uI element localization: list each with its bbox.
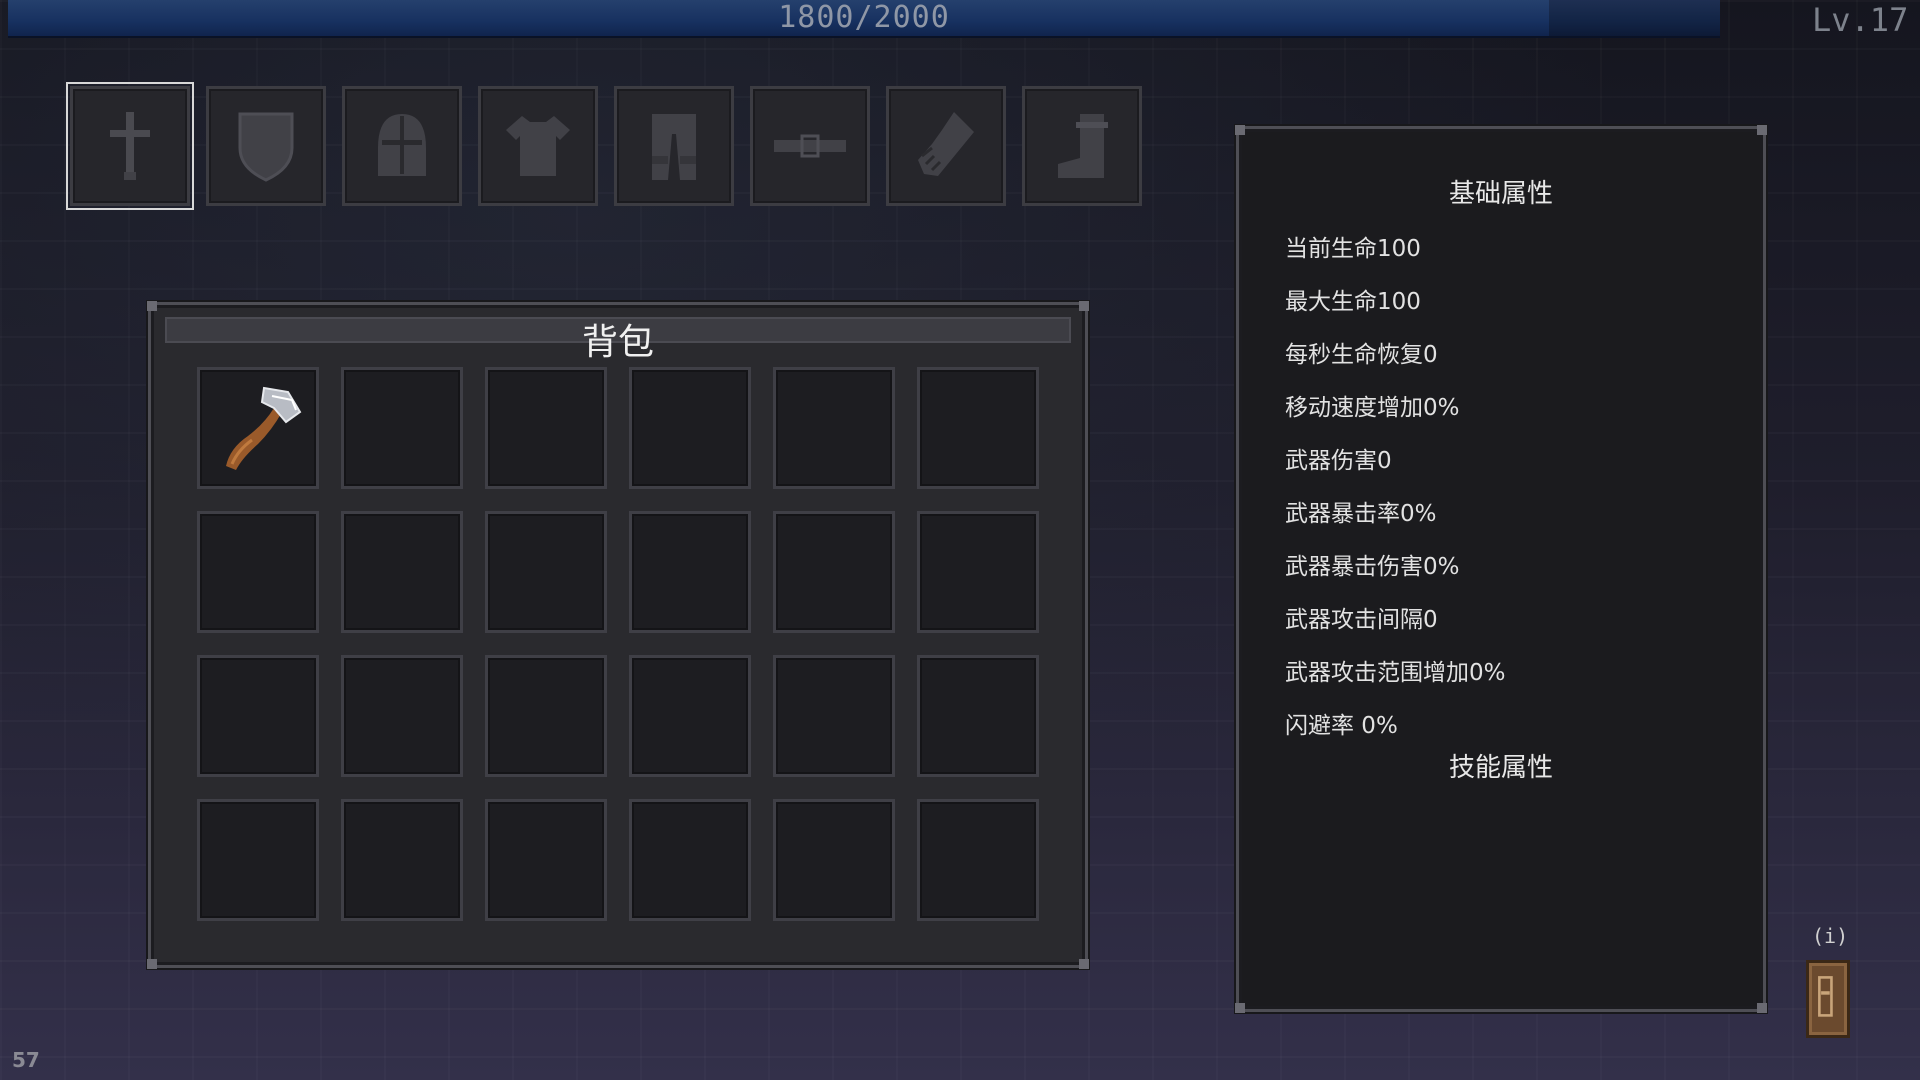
backpack-slot[interactable] xyxy=(917,367,1039,489)
stat-line: 每秒生命恢复0 xyxy=(1285,342,1438,368)
backpack-slot[interactable] xyxy=(773,367,895,489)
equip-slot-helmet[interactable] xyxy=(342,86,462,206)
stats-panel: 基础属性 当前生命100 最大生命100 每秒生命恢复0 移动速度增加0% 武器伤害0 武… xyxy=(1235,125,1767,1013)
backpack-slot[interactable] xyxy=(485,799,607,921)
backpack-slot[interactable] xyxy=(773,655,895,777)
backpack-grid xyxy=(197,367,1039,921)
backpack-title: 背包 xyxy=(581,322,654,363)
stat-line: 武器攻击范围增加0% xyxy=(1285,660,1506,686)
backpack-slot[interactable] xyxy=(197,511,319,633)
panel-corner xyxy=(1079,301,1089,311)
backpack-slot[interactable] xyxy=(341,799,463,921)
info-book-button[interactable] xyxy=(1806,960,1850,1038)
fps-counter: 57 xyxy=(12,1048,40,1072)
panel-corner xyxy=(1757,1003,1767,1013)
backpack-slot[interactable] xyxy=(629,367,751,489)
helmet-icon xyxy=(378,114,426,176)
backpack-slot[interactable] xyxy=(917,799,1039,921)
stat-line: 武器伤害0 xyxy=(1285,448,1392,474)
backpack-slot[interactable] xyxy=(485,367,607,489)
boot-icon xyxy=(1058,114,1108,178)
panel-corner xyxy=(1079,959,1089,969)
chest-armor-icon xyxy=(506,116,570,176)
level-indicator: Lv.17 xyxy=(1812,1,1909,39)
panel-corner xyxy=(1757,125,1767,135)
stat-line: 最大生命100 xyxy=(1285,289,1421,315)
backpack-slot[interactable] xyxy=(197,799,319,921)
stat-line: 武器攻击间隔0 xyxy=(1285,607,1438,633)
basic-stats-list: 当前生命100 最大生命100 每秒生命恢复0 移动速度增加0% 武器伤害0 武器暴击率0… xyxy=(1285,223,1506,753)
backpack-slot[interactable] xyxy=(341,655,463,777)
panel-corner xyxy=(1235,1003,1245,1013)
backpack-slot[interactable] xyxy=(341,367,463,489)
sword-icon xyxy=(110,112,150,180)
pants-icon xyxy=(652,114,696,180)
shield-icon xyxy=(238,112,294,182)
backpack-slot[interactable] xyxy=(485,511,607,633)
equip-slot-weapon[interactable] xyxy=(66,82,194,210)
backpack-slot[interactable] xyxy=(629,655,751,777)
equip-slot-boots[interactable] xyxy=(1022,86,1142,206)
equip-slot-belt[interactable] xyxy=(750,86,870,206)
info-shortcut-label: (i) xyxy=(1812,924,1849,948)
axe-icon xyxy=(226,386,302,470)
backpack-slot[interactable] xyxy=(341,511,463,633)
backpack-slot[interactable] xyxy=(773,799,895,921)
info-book-icon xyxy=(1818,976,1833,1017)
panel-corner xyxy=(147,301,157,311)
stat-line: 武器暴击伤害0% xyxy=(1285,554,1460,580)
stat-line: 当前生命100 xyxy=(1285,236,1421,262)
backpack-slot[interactable] xyxy=(917,655,1039,777)
backpack-slot[interactable] xyxy=(197,367,319,489)
backpack-slot[interactable] xyxy=(629,799,751,921)
equipment-bar xyxy=(66,82,1142,210)
backpack-panel: 背包 xyxy=(147,301,1089,969)
backpack-slot[interactable] xyxy=(773,511,895,633)
belt-icon xyxy=(774,134,846,158)
panel-corner xyxy=(1235,125,1245,135)
glove-icon xyxy=(918,112,974,176)
backpack-slot[interactable] xyxy=(917,511,1039,633)
equip-slot-pants[interactable] xyxy=(614,86,734,206)
panel-corner xyxy=(147,959,157,969)
equip-slot-shield[interactable] xyxy=(206,86,326,206)
stat-line: 武器暴击率0% xyxy=(1285,501,1437,527)
experience-text: 1800/2000 xyxy=(778,0,950,35)
stat-line: 闪避率 0% xyxy=(1285,713,1398,739)
basic-stats-title: 基础属性 xyxy=(1448,179,1553,209)
experience-bar: 1800/2000 xyxy=(8,0,1720,38)
backpack-slot[interactable] xyxy=(629,511,751,633)
backpack-slot[interactable] xyxy=(485,655,607,777)
backpack-slot[interactable] xyxy=(197,655,319,777)
skill-stats-title: 技能属性 xyxy=(1448,753,1553,783)
equip-slot-gloves[interactable] xyxy=(886,86,1006,206)
equip-slot-armor[interactable] xyxy=(478,86,598,206)
stat-line: 移动速度增加0% xyxy=(1285,395,1460,421)
